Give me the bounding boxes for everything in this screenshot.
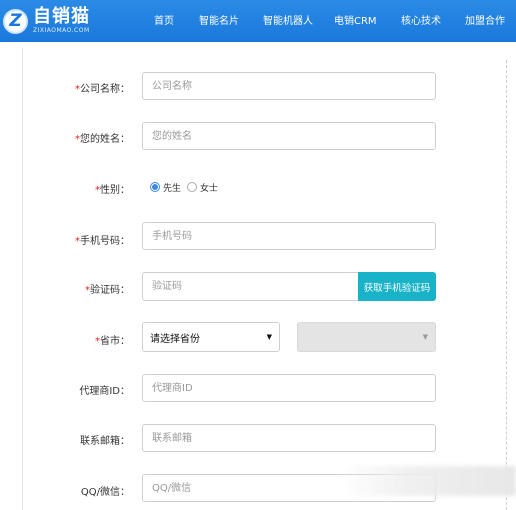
agent-id-label: 代理商ID： bbox=[79, 386, 130, 397]
logo-z-icon: Z bbox=[3, 8, 28, 34]
gender-male-radio[interactable] bbox=[150, 182, 160, 192]
blurred-overlay bbox=[340, 466, 516, 496]
nav-smart-robot[interactable]: 智能机器人 bbox=[263, 12, 313, 27]
nav-crm[interactable]: 电销CRM bbox=[334, 12, 377, 27]
region-label: *省市： bbox=[95, 336, 130, 347]
company-input[interactable] bbox=[142, 72, 436, 100]
brand-name: 自销猫 bbox=[33, 6, 90, 27]
phone-input[interactable] bbox=[142, 222, 436, 250]
get-sms-code-button[interactable]: 获取手机验证码 bbox=[358, 272, 436, 301]
nav-core-tech[interactable]: 核心技术 bbox=[401, 12, 441, 27]
company-label: *公司名称： bbox=[75, 84, 130, 95]
chevron-down-icon: ▼ bbox=[422, 333, 428, 341]
chevron-down-icon: ▼ bbox=[266, 333, 272, 341]
captcha-input[interactable] bbox=[142, 272, 359, 301]
phone-label: *手机号码： bbox=[75, 236, 130, 247]
gender-radio-group: 先生 女士 bbox=[150, 180, 218, 194]
province-select[interactable]: 请选择省份 ▼ bbox=[142, 322, 280, 352]
gender-label: *性别： bbox=[95, 185, 130, 196]
top-header: Z 自销猫 ZIXIAOMAO.COM 首页 智能名片 智能机器人 电销CRM … bbox=[0, 0, 516, 42]
nav-smart-card[interactable]: 智能名片 bbox=[199, 12, 239, 27]
brand-domain: ZIXIAOMAO.COM bbox=[33, 27, 90, 34]
form-left-border bbox=[22, 48, 23, 510]
scroll-track[interactable] bbox=[506, 60, 508, 510]
email-input[interactable] bbox=[142, 424, 436, 452]
agent-id-input[interactable] bbox=[142, 374, 436, 402]
nav-join[interactable]: 加盟合作 bbox=[465, 12, 505, 27]
qq-wechat-label: QQ/微信： bbox=[80, 487, 130, 498]
gender-female-radio[interactable] bbox=[187, 182, 198, 192]
gender-male-label: 先生 bbox=[163, 183, 182, 194]
gender-female-label: 女士 bbox=[200, 183, 219, 194]
name-label: *您的姓名： bbox=[75, 134, 130, 145]
name-input[interactable] bbox=[142, 122, 436, 150]
email-label: 联系邮箱： bbox=[80, 436, 130, 447]
brand-logo[interactable]: Z 自销猫 ZIXIAOMAO.COM bbox=[3, 5, 113, 37]
nav-home[interactable]: 首页 bbox=[154, 12, 174, 27]
captcha-label: *验证码： bbox=[85, 285, 130, 296]
city-select[interactable]: ▼ bbox=[297, 322, 436, 352]
province-select-value: 请选择省份 bbox=[150, 333, 200, 345]
